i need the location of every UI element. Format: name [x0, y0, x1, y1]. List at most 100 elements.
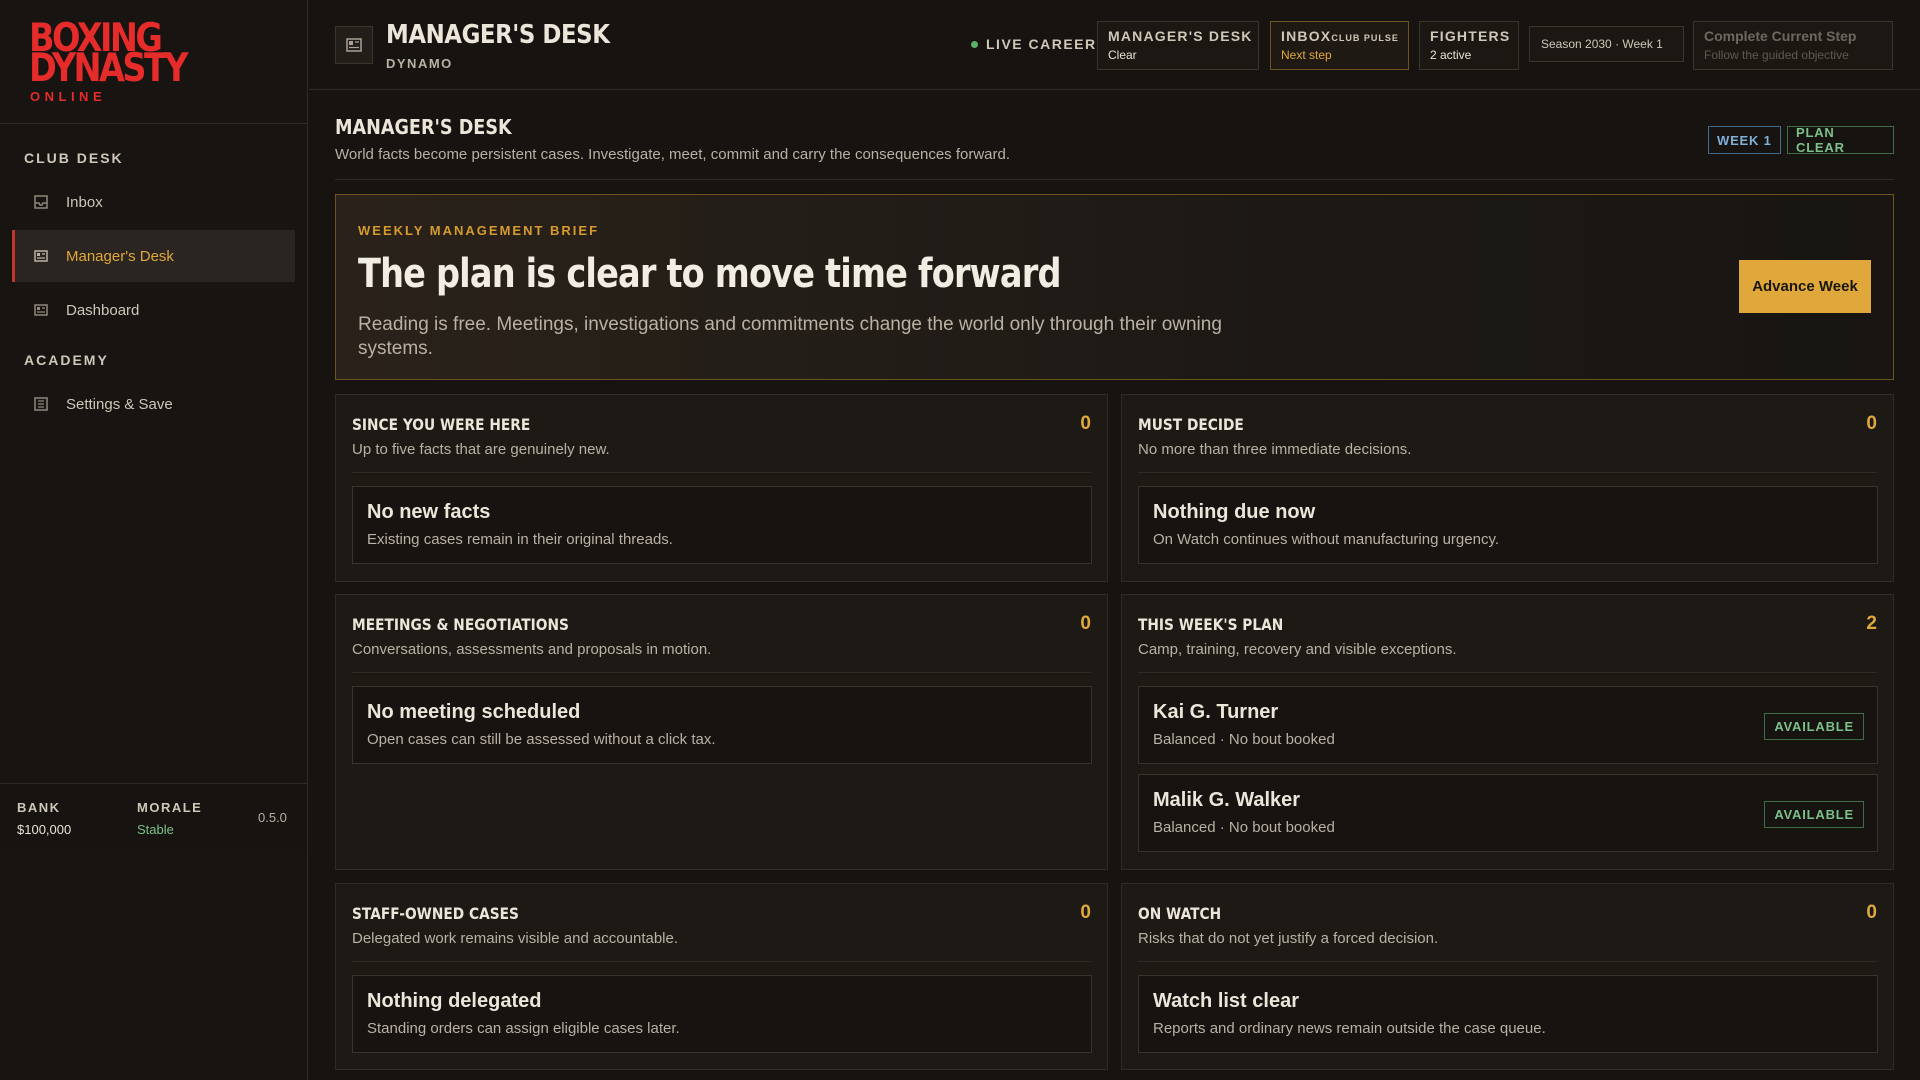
card-count: 0 — [1866, 902, 1877, 923]
item-title: No new facts — [367, 501, 491, 523]
dashboard-icon — [34, 303, 48, 317]
item-subtitle: Open cases can still be assessed without… — [367, 731, 716, 748]
card-title: ON WATCH — [1138, 904, 1222, 923]
fighter-detail: Balanced · No bout booked — [1153, 819, 1335, 836]
desk-icon — [335, 26, 373, 64]
logo-line-2: DYNASTY — [29, 46, 189, 91]
item-title: Watch list clear — [1153, 990, 1299, 1012]
week-tag: WEEK 1 — [1708, 126, 1781, 154]
chip-value: Follow the guided objective — [1704, 48, 1849, 62]
sidebar-item-inbox[interactable]: Inbox — [12, 176, 295, 228]
list-item[interactable]: Nothing due now On Watch continues witho… — [1138, 486, 1878, 564]
card-meetings-negotiations: MEETINGS & NEGOTIATIONS 0 Conversations,… — [335, 594, 1108, 870]
chip-inbox-label: INBOX — [1281, 28, 1332, 44]
bank-label: BANK — [17, 800, 61, 815]
list-item[interactable]: Nothing delegated Standing orders can as… — [352, 975, 1092, 1053]
chip-label: MANAGER'S DESK — [1108, 28, 1253, 44]
item-title: No meeting scheduled — [367, 701, 581, 723]
fighter-row-kai-turner[interactable]: Kai G. Turner Balanced · No bout booked … — [1138, 686, 1878, 764]
card-subtitle: Up to five facts that are genuinely new. — [352, 441, 610, 458]
card-subtitle: Risks that do not yet justify a forced d… — [1138, 930, 1439, 947]
chip-inbox-small: CLUB PULSE — [1331, 33, 1399, 43]
version-label: 0.5.0 — [258, 810, 287, 825]
card-divider — [1138, 961, 1877, 962]
card-count: 0 — [1866, 413, 1877, 434]
sidebar-item-dashboard[interactable]: Dashboard — [12, 284, 295, 336]
brief-kicker: WEEKLY MANAGEMENT BRIEF — [358, 223, 600, 238]
inbox-icon — [34, 195, 48, 209]
top-bar: MANAGER'S DESK DYNAMO LIVE CAREER MANAGE… — [309, 0, 1920, 90]
plan-clear-tag: PLAN CLEAR — [1787, 125, 1894, 155]
card-subtitle: No more than three immediate decisions. — [1138, 441, 1412, 458]
logo[interactable]: BOXING DYNASTY ONLINE — [29, 19, 212, 104]
card-count: 0 — [1080, 413, 1091, 434]
item-subtitle: Reports and ordinary news remain outside… — [1153, 1020, 1546, 1037]
chip-fighters[interactable]: FIGHTERS 2 active — [1419, 21, 1519, 70]
sidebar-item-label: Inbox — [66, 193, 103, 211]
card-divider — [352, 672, 1091, 673]
item-title: Nothing due now — [1153, 501, 1316, 523]
morale-label: MORALE — [137, 800, 203, 815]
sidebar: BOXING DYNASTY ONLINE CLUB DESK Inbox Ma… — [0, 0, 308, 1080]
status-dot-icon — [971, 40, 978, 48]
desk-icon — [34, 249, 48, 263]
sidebar-item-managers-desk[interactable]: Manager's Desk — [12, 230, 295, 282]
card-count: 2 — [1866, 613, 1877, 634]
fighter-name: Kai G. Turner — [1153, 701, 1279, 723]
chip-value: Clear — [1108, 48, 1137, 62]
page-header-title: MANAGER'S DESK — [386, 20, 610, 50]
advance-week-button[interactable]: Advance Week — [1739, 260, 1871, 313]
status-badge: AVAILABLE — [1764, 801, 1864, 828]
chip-managers-desk[interactable]: MANAGER'S DESK Clear — [1097, 21, 1259, 70]
sidebar-item-label: Dashboard — [66, 301, 140, 319]
page-subtitle: World facts become persistent cases. Inv… — [335, 146, 1011, 163]
chip-label: Complete Current Step — [1704, 28, 1857, 44]
morale-value: Stable — [137, 822, 174, 837]
card-divider — [352, 472, 1091, 473]
card-staff-owned-cases: STAFF-OWNED CASES 0 Delegated work remai… — [335, 883, 1108, 1070]
sidebar-divider — [0, 123, 307, 124]
brief-title: The plan is clear to move time forward — [358, 251, 1061, 297]
card-count: 0 — [1080, 613, 1091, 634]
item-subtitle: On Watch continues without manufacturing… — [1153, 531, 1500, 548]
fighter-row-malik-walker[interactable]: Malik G. Walker Balanced · No bout booke… — [1138, 774, 1878, 852]
card-title: MEETINGS & NEGOTIATIONS — [352, 615, 569, 634]
chip-value: 2 active — [1430, 48, 1472, 62]
weekly-brief-panel: WEEKLY MANAGEMENT BRIEF The plan is clea… — [335, 194, 1894, 380]
card-title: STAFF-OWNED CASES — [352, 904, 519, 923]
sidebar-item-settings-save[interactable]: Settings & Save — [12, 378, 295, 430]
card-title: SINCE YOU WERE HERE — [352, 415, 531, 434]
card-on-watch: ON WATCH 0 Risks that do not yet justify… — [1121, 883, 1894, 1070]
card-subtitle: Conversations, assessments and proposals… — [352, 641, 712, 658]
brief-text: Reading is free. Meetings, investigation… — [358, 314, 1222, 359]
live-career-label: LIVE CAREER — [986, 36, 1097, 52]
page-title: MANAGER'S DESK — [335, 115, 512, 139]
list-item[interactable]: No new facts Existing cases remain in th… — [352, 486, 1092, 564]
card-divider — [352, 961, 1091, 962]
card-since-you-were-here: SINCE YOU WERE HERE 0 Up to five facts t… — [335, 394, 1108, 582]
chip-inbox[interactable]: INBOXCLUB PULSE Next step — [1270, 21, 1409, 70]
chip-label: INBOXCLUB PULSE — [1281, 28, 1398, 44]
item-subtitle: Existing cases remain in their original … — [367, 531, 673, 548]
card-title: THIS WEEK'S PLAN — [1138, 615, 1284, 634]
page-heading: MANAGER'S DESK World facts become persis… — [335, 90, 1894, 180]
card-must-decide: MUST DECIDE 0 No more than three immedia… — [1121, 394, 1894, 582]
club-name: DYNAMO — [386, 56, 453, 71]
list-item[interactable]: Watch list clear Reports and ordinary ne… — [1138, 975, 1878, 1053]
item-title: Nothing delegated — [367, 990, 542, 1012]
sidebar-section-club-desk: CLUB DESK — [24, 150, 124, 166]
status-badge: AVAILABLE — [1764, 713, 1864, 740]
card-subtitle: Camp, training, recovery and visible exc… — [1138, 641, 1457, 658]
sidebar-item-label: Settings & Save — [66, 395, 173, 413]
settings-icon — [34, 397, 48, 411]
card-count: 0 — [1080, 902, 1091, 923]
complete-step-button[interactable]: Complete Current Step Follow the guided … — [1693, 21, 1893, 70]
sidebar-footer: BANK $100,000 MORALE Stable 0.5.0 — [0, 783, 307, 851]
sidebar-item-label: Manager's Desk — [66, 247, 174, 265]
list-item[interactable]: No meeting scheduled Open cases can stil… — [352, 686, 1092, 764]
season-week-badge: Season 2030 · Week 1 — [1529, 26, 1684, 62]
fighter-detail: Balanced · No bout booked — [1153, 731, 1335, 748]
item-subtitle: Standing orders can assign eligible case… — [367, 1020, 680, 1037]
bank-value: $100,000 — [17, 822, 72, 837]
chip-label: FIGHTERS — [1430, 28, 1511, 44]
